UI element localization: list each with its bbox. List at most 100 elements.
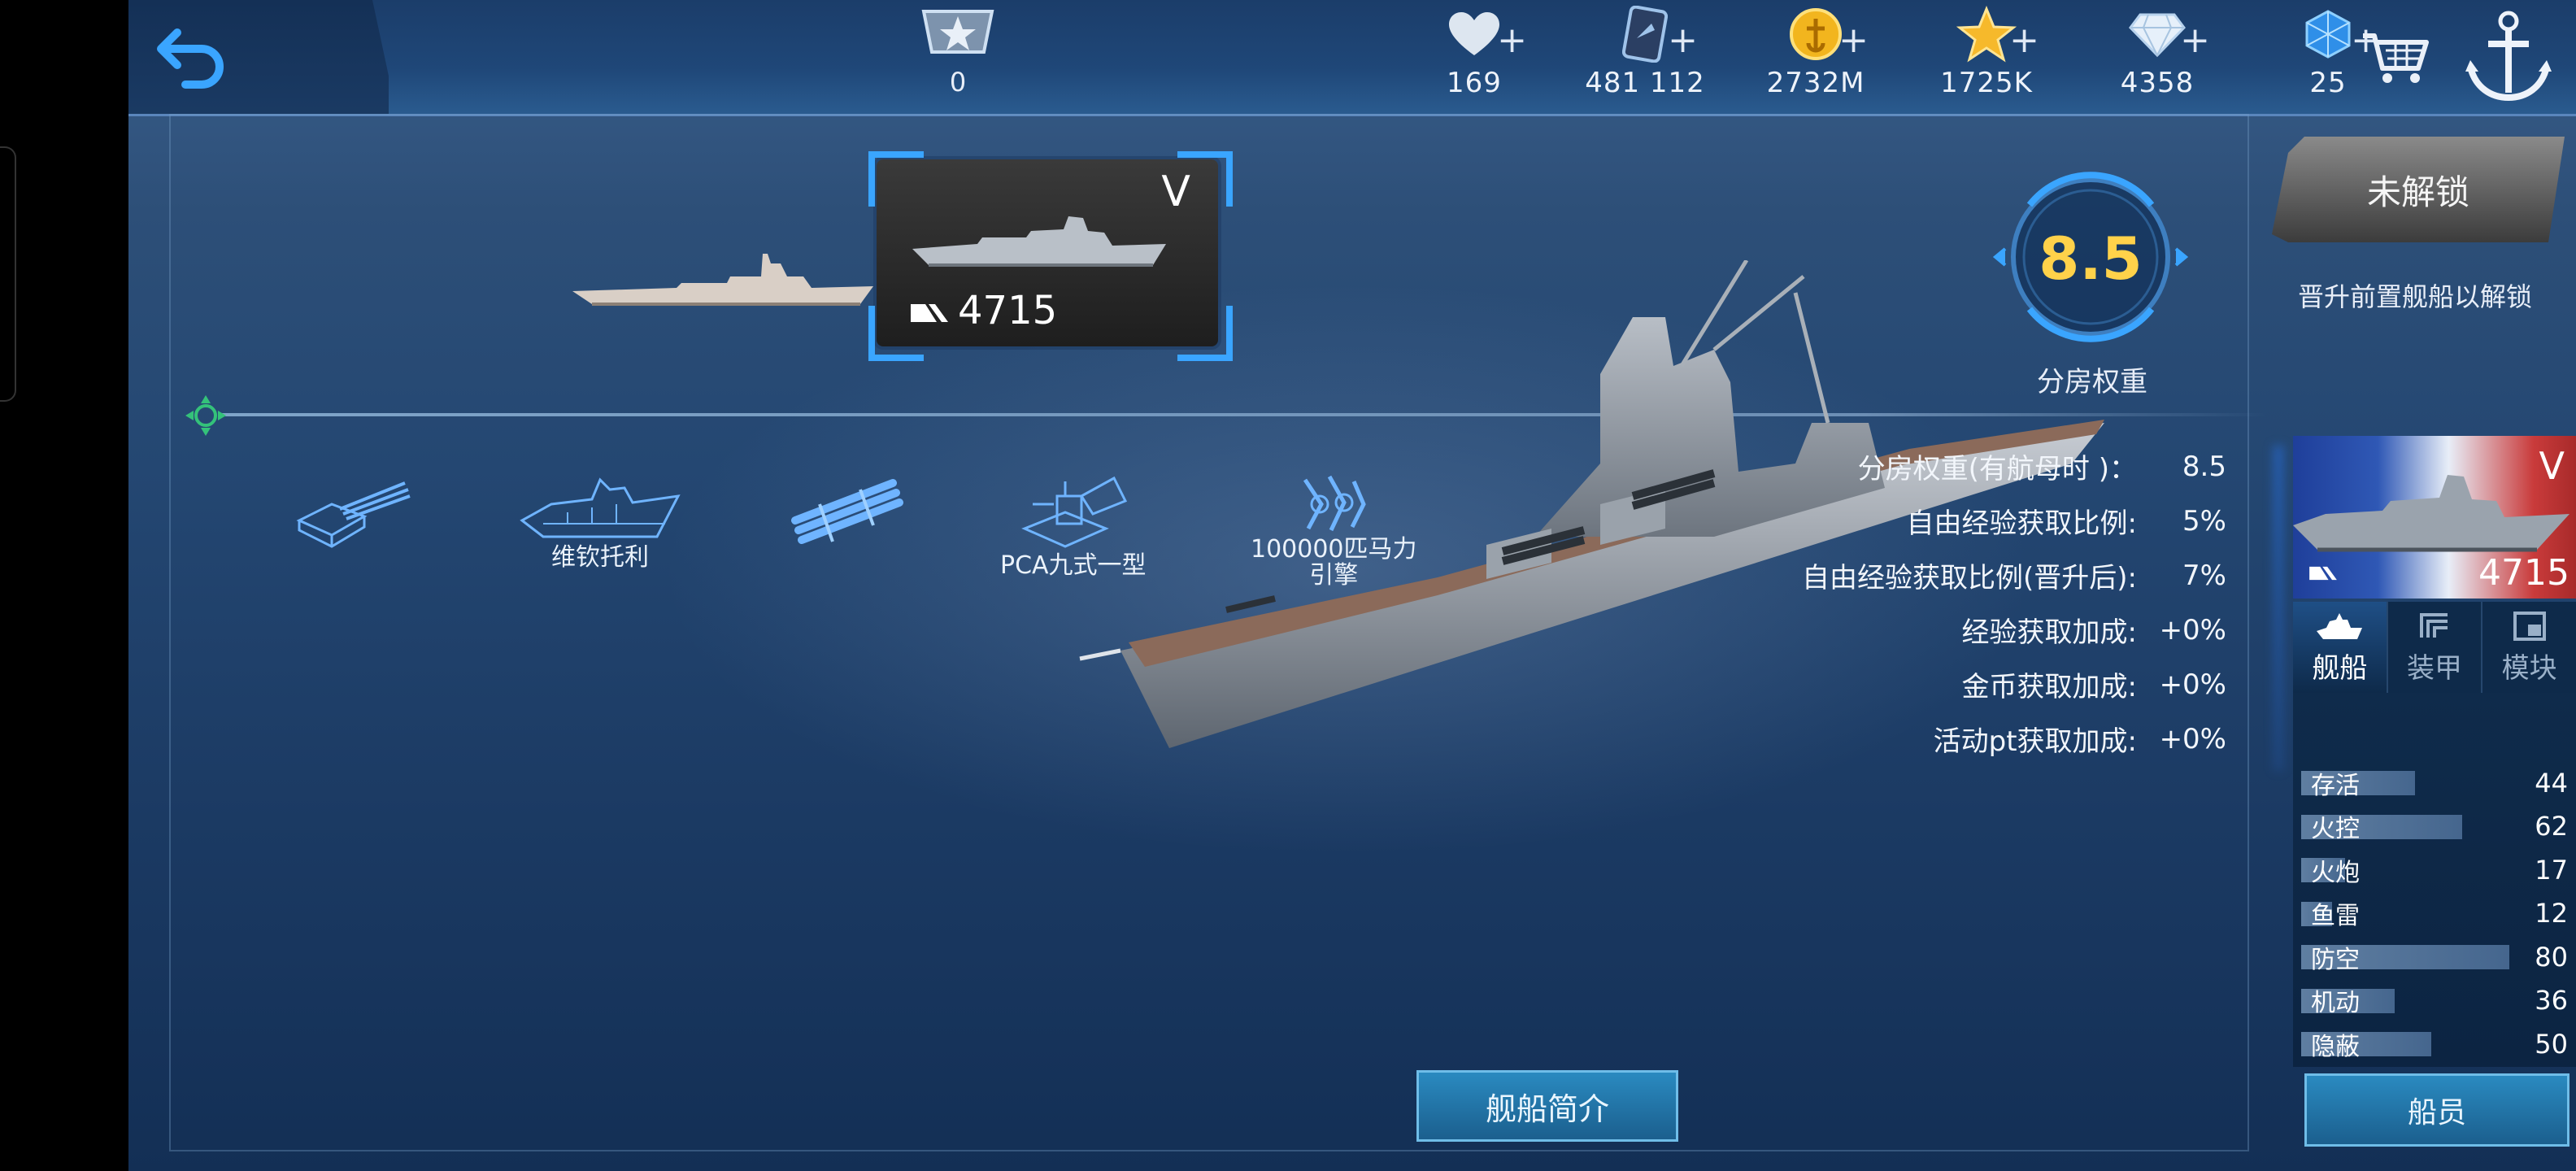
portrait-id: 4715: [2478, 552, 2569, 594]
stat-value: 5%: [2182, 504, 2226, 538]
research-node[interactable]: [184, 394, 228, 437]
stat-value: +0%: [2159, 613, 2226, 646]
armor-tab-icon: [2420, 612, 2448, 638]
attribute-name: 火控: [2311, 815, 2360, 844]
heart-icon: [1449, 12, 1499, 55]
torpedo-icon: [791, 479, 903, 544]
back-button[interactable]: [153, 18, 234, 91]
attribute-row: 防空 80: [2293, 935, 2576, 979]
selection-bracket: [868, 151, 924, 207]
resource-value: 1725K: [1940, 67, 2033, 99]
stat-label: 金币获取加成:: [1961, 671, 2137, 703]
game-stage: 0 + 169 + 481 112 + 2732M + 1725K + 4358…: [128, 0, 2576, 1171]
torpedo-module[interactable]: [787, 472, 917, 553]
gold-coin-icon: [1790, 8, 1842, 60]
attribute-row: 隐蔽 50: [2293, 1022, 2576, 1066]
ship-attributes: 存活 44 火控 62 火炮 17 鱼雷 12 防空 80 机动 36 隐蔽 5…: [2293, 693, 2576, 1067]
ship-stats: 分房权重(有航母时 )： 8.5 自由经验获取比例: 5% 自由经验获取比例(晋…: [1495, 439, 2226, 766]
tab-label: 装甲: [2407, 651, 2462, 685]
star-icon: [1956, 6, 2017, 63]
rank-badge[interactable]: 0: [909, 5, 1007, 98]
resource-star[interactable]: + 1725K: [1901, 5, 2072, 99]
stat-row: 自由经验获取比例(晋升后): 7%: [1495, 548, 2226, 603]
module-tab-icon: [2513, 611, 2546, 641]
tab-label: 模块: [2501, 651, 2557, 685]
attribute-value: 12: [2535, 898, 2568, 929]
attribute-name: 机动: [2311, 989, 2360, 1018]
back-arrow-icon: [157, 28, 224, 89]
stat-label: 分房权重(有航母时 )：: [1857, 453, 2137, 485]
plus-icon: +: [1668, 20, 1698, 61]
attribute-row: 火控 62: [2293, 805, 2576, 849]
plus-icon: +: [1497, 20, 1527, 61]
plus-icon: +: [2180, 20, 2210, 61]
rating-value: 8.5: [2039, 224, 2143, 293]
attribute-value: 50: [2535, 1028, 2568, 1060]
resource-diamond[interactable]: + 4358: [2072, 5, 2243, 99]
attribute-name: 火炮: [2311, 858, 2360, 887]
node-target-icon: [185, 395, 226, 436]
turret-module[interactable]: [291, 472, 413, 553]
ship-tab-icon: [2317, 612, 2363, 639]
top-bar: 0 + 169 + 481 112 + 2732M + 1725K + 4358…: [128, 0, 2576, 116]
resource-value: 2732M: [1766, 67, 1865, 99]
port-button[interactable]: [2456, 3, 2561, 109]
shop-button[interactable]: [2358, 18, 2431, 91]
stat-row: 经验获取加成: +0%: [1495, 603, 2226, 657]
stat-row: 活动pt获取加成: +0%: [1495, 712, 2226, 766]
blue-gem-icon: [2305, 10, 2351, 59]
resource-health[interactable]: + 169: [1389, 5, 1560, 99]
stat-label: 自由经验获取比例:: [1906, 507, 2137, 540]
attribute-value: 36: [2535, 985, 2568, 1016]
stat-value: +0%: [2159, 722, 2226, 755]
rank-star-icon: [921, 10, 994, 54]
attribute-value: 44: [2535, 767, 2568, 799]
ship-portrait[interactable]: V 4715: [2293, 436, 2576, 599]
plus-icon: +: [2009, 20, 2039, 61]
resource-value: 169: [1447, 67, 1502, 99]
rank-count: 0: [949, 67, 967, 98]
attribute-value: 62: [2535, 811, 2568, 842]
anchor-icon: [2465, 11, 2552, 102]
tab-module[interactable]: 模块: [2482, 602, 2576, 693]
unlock-button[interactable]: 未解锁: [2272, 137, 2565, 242]
stat-row: 分房权重(有航母时 )： 8.5: [1495, 439, 2226, 494]
attribute-value: 80: [2535, 941, 2568, 973]
ship-info-tabs: 舰船 装甲 模块: [2293, 602, 2576, 693]
hull-icon: [520, 477, 681, 538]
stat-row: 金币获取加成: +0%: [1495, 657, 2226, 712]
attribute-name: 存活: [2311, 771, 2360, 800]
attribute-row: 火炮 17: [2293, 848, 2576, 892]
ship-class-icon: [2309, 566, 2337, 581]
attribute-row: 鱼雷 12: [2293, 892, 2576, 936]
unlock-hint: 晋升前置舰船以解锁: [2297, 281, 2532, 312]
selection-bracket: [868, 306, 924, 361]
hull-module[interactable]: 维钦托利: [519, 472, 681, 571]
stat-row: 自由经验获取比例: 5%: [1495, 494, 2226, 548]
attribute-name: 防空: [2311, 945, 2360, 974]
card-icon: [1622, 6, 1668, 63]
screen-edge-strip: [0, 146, 16, 402]
portrait-tier: V: [2539, 444, 2565, 488]
attribute-value: 17: [2535, 854, 2568, 886]
rating-label: 分房权重: [2037, 366, 2147, 398]
stat-label: 活动pt获取加成:: [1933, 725, 2137, 758]
crew-button[interactable]: 船员: [2304, 1073, 2569, 1147]
previous-ship-image[interactable]: [568, 244, 877, 317]
tab-ship[interactable]: 舰船: [2293, 602, 2388, 693]
stat-value: 7%: [2182, 559, 2226, 592]
matchmaking-rating: 8.5: [1989, 168, 2192, 371]
tab-label: 舰船: [2312, 651, 2368, 685]
turret-icon: [296, 481, 411, 548]
stat-label: 经验获取加成:: [1961, 616, 2137, 649]
ship-intro-button[interactable]: 舰船简介: [1416, 1070, 1678, 1142]
attribute-name: 鱼雷: [2311, 902, 2360, 931]
stat-value: 8.5: [2182, 450, 2226, 483]
tab-armor[interactable]: 装甲: [2388, 602, 2483, 693]
resource-value: 481 112: [1585, 67, 1705, 99]
resource-gold[interactable]: + 2732M: [1730, 5, 1901, 99]
attribute-name: 隐蔽: [2311, 1032, 2360, 1061]
resource-cards[interactable]: + 481 112: [1560, 5, 1730, 99]
selection-bracket: [1177, 151, 1233, 207]
stat-value: +0%: [2159, 668, 2226, 701]
